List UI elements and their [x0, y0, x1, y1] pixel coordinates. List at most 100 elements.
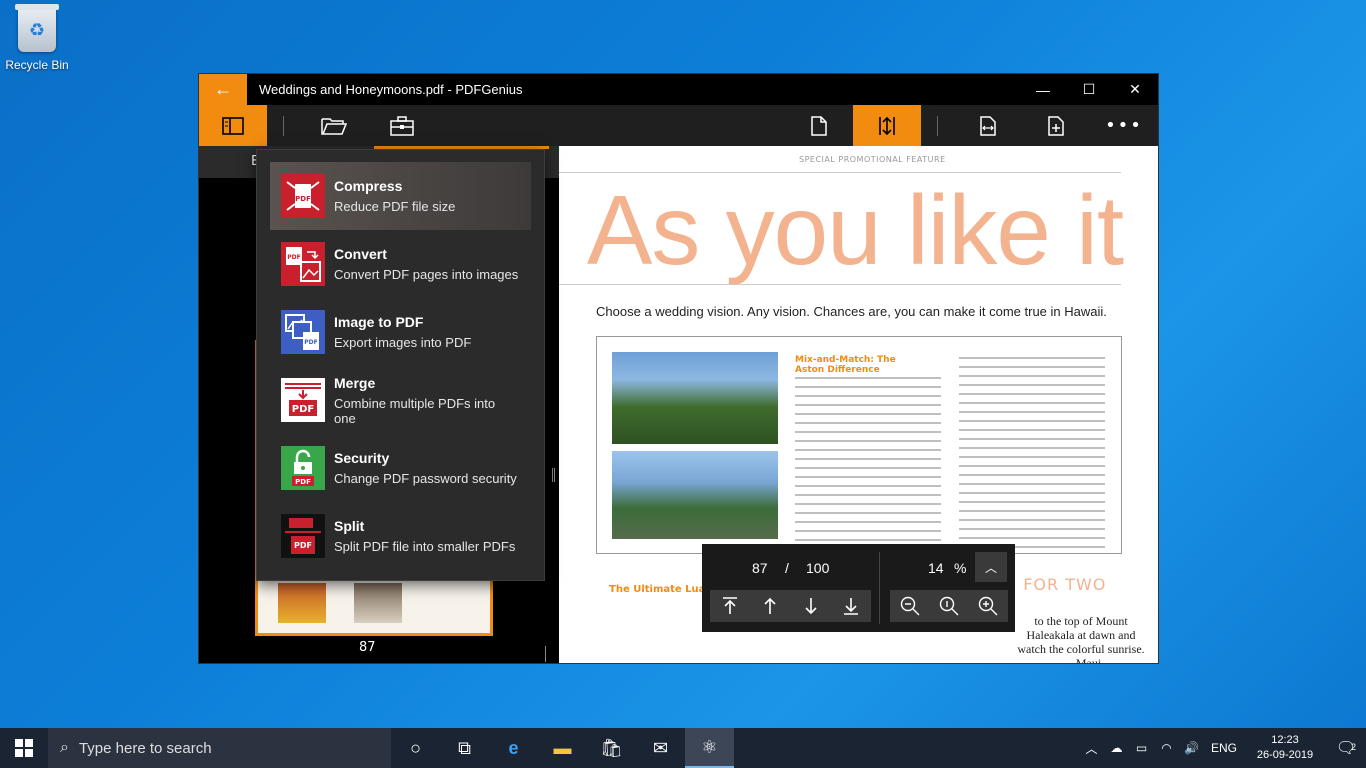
recycle-bin-label: Recycle Bin [5, 58, 69, 72]
image-to-pdf-icon: PDF [281, 310, 325, 354]
edge-icon: e [508, 737, 519, 758]
zoom-out-button[interactable] [900, 596, 920, 616]
search-icon: ⌕ [60, 739, 69, 756]
svg-text:PDF: PDF [304, 339, 317, 346]
maximize-button[interactable]: ☐ [1066, 74, 1112, 105]
system-tray: ︿ ☁ ▭ ◠ 🔊 ENG 12:23 26-09-2019 🗨 2 [1079, 728, 1366, 768]
menu-item-merge[interactable]: PDF Merge Combine multiple PDFs into one [270, 366, 531, 434]
open-folder-button[interactable] [300, 105, 368, 146]
resort-photo [612, 352, 778, 444]
pdfgenius-taskbar-button[interactable]: ⚛ [685, 728, 734, 768]
action-center-button[interactable]: 🗨 2 [1326, 738, 1366, 758]
svg-text:PDF: PDF [292, 404, 314, 415]
onedrive-icon[interactable]: ☁ [1104, 741, 1129, 755]
taskbar: ⌕ Type here to search ○ ⧉ e ▬ 🛍 ✉ ⚛ ︿ ☁ … [0, 728, 1366, 768]
task-view-button[interactable]: ⧉ [440, 728, 489, 768]
security-icon: PDF [281, 446, 325, 490]
edge-taskbar-button[interactable]: e [489, 728, 538, 768]
single-page-button[interactable] [785, 105, 853, 146]
add-page-icon [1048, 115, 1064, 136]
menu-item-security[interactable]: PDF Security Change PDF password securit… [270, 434, 531, 502]
more-options-button[interactable]: ••• [1090, 105, 1158, 146]
fit-height-icon [879, 116, 895, 135]
task-view-icon: ⧉ [458, 737, 471, 758]
thumbnail-page-number: 87 [359, 640, 376, 655]
menu-item-description: Reduce PDF file size [334, 199, 456, 214]
zoom-input[interactable]: 14 [928, 560, 944, 576]
clock-date: 26-09-2019 [1256, 749, 1314, 761]
arrow-down-icon [805, 598, 817, 615]
menu-item-description: Export images into PDF [334, 335, 472, 350]
zoom-in-button[interactable] [978, 596, 998, 616]
split-icon: PDF [281, 514, 325, 558]
menu-item-description: Split PDF file into smaller PDFs [334, 539, 516, 554]
divider [559, 284, 1121, 285]
recycle-bin-desktop-icon[interactable]: ♻ Recycle Bin [4, 4, 70, 72]
current-page-input[interactable]: 87 [752, 560, 768, 576]
store-bag-icon: 🛍 [600, 737, 623, 758]
sidebar-panel-icon [222, 116, 244, 135]
convert-icon: PDF [281, 242, 325, 286]
page-nav-buttons [710, 590, 871, 622]
panel-splitter-handle[interactable] [552, 468, 555, 482]
folder-icon: ▬ [553, 737, 572, 758]
tools-button[interactable] [368, 105, 436, 146]
fit-width-button[interactable] [954, 105, 1022, 146]
svg-text:PDF: PDF [294, 541, 312, 550]
overlay-divider [879, 552, 880, 624]
zoom-in-icon [979, 596, 998, 616]
next-page-button[interactable] [801, 596, 821, 616]
volume-icon[interactable]: 🔊 [1179, 741, 1204, 755]
svg-text:PDF: PDF [287, 254, 300, 261]
store-taskbar-button[interactable]: 🛍 [587, 728, 636, 768]
first-page-button[interactable] [720, 596, 740, 616]
pull-quote: to the top of Mount Haleakala at dawn an… [1017, 614, 1145, 664]
previous-page-button[interactable] [760, 596, 780, 616]
minimize-button[interactable]: — [1020, 74, 1066, 105]
more-dots-icon: ••• [1105, 115, 1143, 136]
zoom-unit: % [954, 560, 967, 576]
menu-item-convert[interactable]: PDF Convert Convert PDF pages into image… [270, 230, 531, 298]
start-button[interactable] [0, 728, 48, 768]
battery-icon[interactable]: ▭ [1129, 741, 1154, 755]
article-column-text [959, 357, 1105, 555]
back-button[interactable]: ← [199, 74, 247, 105]
last-page-button[interactable] [841, 596, 861, 616]
cortana-button[interactable]: ○ [391, 728, 440, 768]
page-navigation-overlay: 87 / 100 14 % ︿ [702, 544, 1015, 632]
language-indicator[interactable]: ENG [1204, 741, 1244, 755]
actual-size-button[interactable] [939, 596, 959, 616]
page-icon [811, 115, 827, 136]
zoom-buttons [890, 590, 1008, 622]
close-button[interactable]: ✕ [1112, 74, 1158, 105]
menu-item-image-to-pdf[interactable]: PDF Image to PDF Export images into PDF [270, 298, 531, 366]
total-pages: 100 [806, 560, 830, 576]
menu-item-name: Image to PDF [334, 314, 424, 330]
article-box: Mix-and-Match: The Aston Difference [596, 336, 1122, 554]
menu-item-split[interactable]: PDF Split Split PDF file into smaller PD… [270, 502, 531, 570]
clock[interactable]: 12:23 26-09-2019 [1244, 733, 1326, 763]
document-subheadline: Choose a wedding vision. Any vision. Cha… [596, 304, 1107, 319]
taskbar-search-box[interactable]: ⌕ Type here to search [48, 728, 391, 768]
fit-view-button[interactable] [853, 105, 921, 146]
thumbnail-photo [278, 583, 326, 623]
compress-icon: PDF [281, 174, 325, 218]
mail-icon: ✉ [652, 737, 669, 758]
menu-item-compress[interactable]: PDF Compress Reduce PDF file size [270, 162, 531, 230]
menu-item-description: Combine multiple PDFs into one [334, 395, 496, 426]
menu-item-name: Security [334, 450, 390, 466]
add-page-button[interactable] [1022, 105, 1090, 146]
fit-width-icon [980, 115, 996, 136]
menu-item-description: Change PDF password security [334, 471, 517, 486]
recycle-bin-icon: ♻ [15, 4, 59, 52]
menu-item-name: Compress [334, 178, 403, 194]
wifi-icon[interactable]: ◠ [1154, 741, 1179, 755]
mail-taskbar-button[interactable]: ✉ [636, 728, 685, 768]
beach-photo [612, 451, 778, 539]
collapse-overlay-button[interactable]: ︿ [975, 552, 1007, 582]
sidebar-scrollbar[interactable] [545, 646, 546, 662]
file-explorer-taskbar-button[interactable]: ▬ [538, 728, 587, 768]
toolbox-icon [390, 115, 414, 136]
sidebar-toggle-button[interactable] [199, 105, 267, 146]
show-hidden-icons-button[interactable]: ︿ [1079, 740, 1104, 757]
